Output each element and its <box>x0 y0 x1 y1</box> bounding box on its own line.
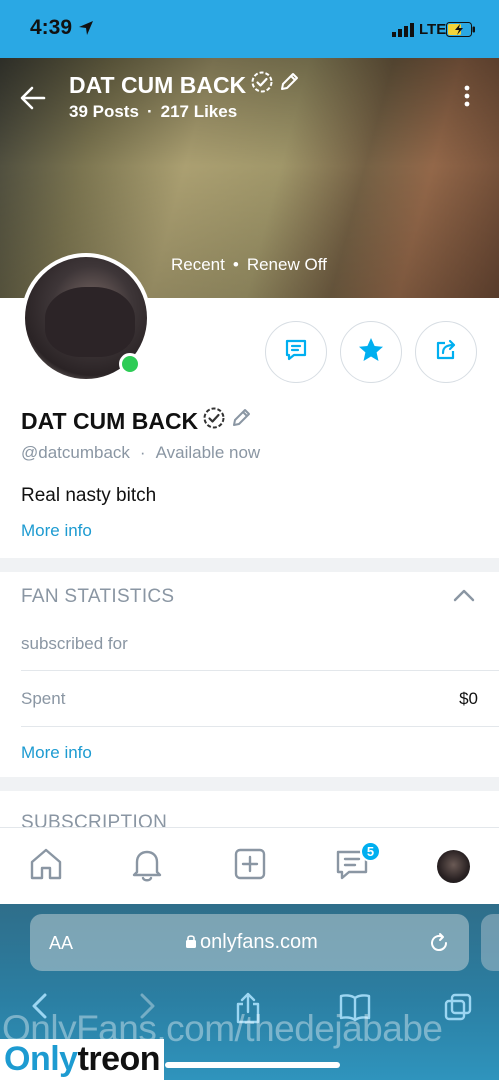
profile-bio: Real nasty bitch <box>21 485 157 506</box>
tabs-icon[interactable] <box>443 992 473 1027</box>
message-button[interactable] <box>265 321 327 383</box>
notifications-bell-icon[interactable] <box>129 846 165 889</box>
lock-icon <box>185 931 197 954</box>
spent-label: Spent <box>21 689 66 708</box>
row-divider <box>21 670 499 671</box>
recent-label: Recent <box>171 255 225 274</box>
home-indicator <box>165 1062 340 1068</box>
status-bar: 4:39 LTE <box>0 0 499 58</box>
network-label: LTE <box>419 21 447 38</box>
verified-badge-icon <box>202 406 226 436</box>
section-divider <box>0 777 499 791</box>
cover-title: DAT CUM BACK <box>69 70 300 100</box>
separator-dot: · <box>146 102 153 121</box>
subscribed-for-label: subscribed for <box>21 634 128 653</box>
cover-activity: Recent • Renew Off <box>171 255 327 275</box>
address-bar[interactable]: AA onlyfans.com <box>30 914 469 971</box>
profile-more-info-link[interactable]: More info <box>21 521 92 541</box>
cover-stats: 39 Posts · 217 Likes <box>69 102 237 122</box>
logo-part-2: treon <box>77 1040 161 1078</box>
edit-pencil-icon[interactable] <box>230 407 252 435</box>
likes-count: 217 Likes <box>160 102 238 121</box>
status-time: 4:39 <box>30 16 73 39</box>
logo-part-1: Only <box>4 1040 78 1078</box>
availability-status: Available now <box>155 443 261 462</box>
cellular-signal-icon <box>392 23 414 42</box>
url-text: onlyfans.com <box>200 931 318 953</box>
profile-name: DAT CUM BACK <box>21 406 252 436</box>
star-icon <box>357 336 385 369</box>
favorite-button[interactable] <box>340 321 402 383</box>
row-divider <box>21 726 499 727</box>
message-icon <box>283 337 309 368</box>
next-tab-bar[interactable] <box>481 914 499 971</box>
more-options-icon[interactable] <box>462 84 472 113</box>
profile-handle: @datcumback <box>21 443 130 462</box>
user-avatar[interactable] <box>437 850 470 883</box>
verified-badge-icon <box>250 70 274 100</box>
posts-count: 39 Posts <box>69 102 139 121</box>
separator-dot: • <box>232 255 239 274</box>
bottom-tab-bar: 5 <box>0 827 499 904</box>
location-arrow-icon <box>78 20 94 41</box>
cover-title-text: DAT CUM BACK <box>69 71 247 98</box>
fan-statistics-title: FAN STATISTICS <box>21 586 175 607</box>
profile-handle-row: @datcumback · Available now <box>21 443 260 463</box>
back-arrow-icon[interactable] <box>20 85 46 116</box>
fan-stats-more-info-link[interactable]: More info <box>21 743 92 763</box>
battery-charging-icon <box>446 22 476 42</box>
chevron-up-icon[interactable] <box>453 588 475 607</box>
section-divider <box>0 558 499 572</box>
spent-value: $0 <box>459 689 478 708</box>
share-icon <box>433 337 459 368</box>
watermark-logo: Only treon <box>0 1039 165 1080</box>
separator-dot: · <box>139 443 146 462</box>
edit-pencil-icon[interactable] <box>278 71 300 99</box>
reload-icon[interactable] <box>428 932 450 959</box>
url-display: onlyfans.com <box>185 931 318 954</box>
messages-badge: 5 <box>360 841 381 862</box>
add-post-icon[interactable] <box>232 846 268 887</box>
renew-status: Renew Off <box>246 255 327 274</box>
reader-aa-button[interactable]: AA <box>49 933 73 954</box>
online-status-dot <box>119 353 141 375</box>
avatar-photo <box>45 287 135 357</box>
home-icon[interactable] <box>28 846 64 887</box>
profile-name-text: DAT CUM BACK <box>21 407 199 434</box>
share-button[interactable] <box>415 321 477 383</box>
